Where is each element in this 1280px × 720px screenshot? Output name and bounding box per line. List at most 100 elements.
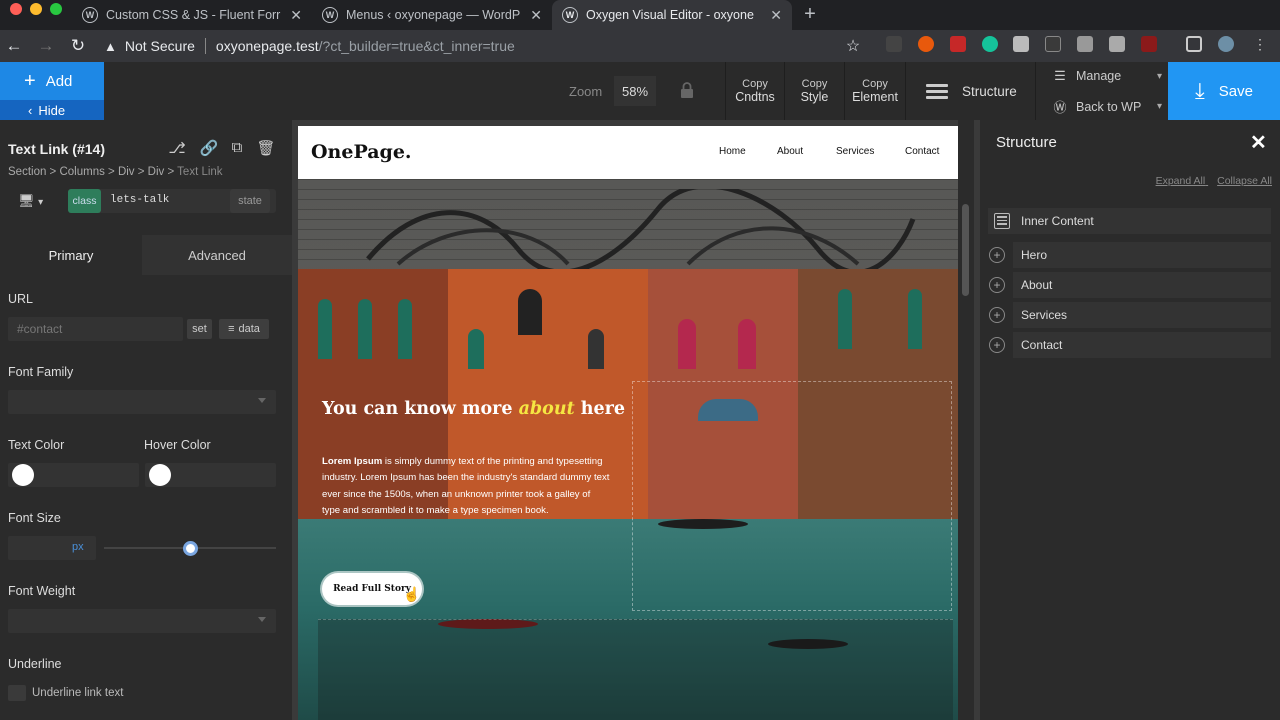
nav-services[interactable]: Services — [836, 146, 874, 157]
tab-primary[interactable]: Primary — [0, 235, 142, 275]
scroll-thumb[interactable] — [962, 204, 969, 296]
text-color-swatch[interactable] — [12, 464, 34, 486]
collapse-all-link[interactable]: Collapse All — [1217, 175, 1272, 187]
maximize-window-icon[interactable] — [50, 3, 62, 15]
forward-icon[interactable]: → — [34, 34, 58, 58]
unit-selector[interactable]: px — [72, 541, 84, 553]
camera-icon[interactable] — [1077, 36, 1093, 52]
zoom-label: Zoom — [569, 84, 603, 99]
expand-all-link[interactable]: Expand All — [1156, 175, 1206, 187]
hero-title[interactable]: You can know more about here — [322, 399, 625, 419]
font-weight-select[interactable] — [8, 609, 276, 633]
extension-icon[interactable] — [1045, 36, 1061, 52]
bookmark-star-icon[interactable]: ☆ — [841, 34, 865, 58]
chevron-down-icon — [258, 617, 266, 622]
zoom-value[interactable]: 58% — [614, 76, 656, 106]
download-icon: ⤓ — [1195, 78, 1205, 103]
chevron-down-icon: ▾ — [38, 197, 44, 208]
font-family-select[interactable] — [8, 390, 276, 414]
structure-button[interactable]: Structure — [905, 62, 1035, 120]
site-header[interactable]: OnePage. Home About Services Contact — [298, 126, 958, 179]
underline-checkbox-label[interactable]: Underline link text — [32, 687, 123, 699]
extension-icon[interactable] — [1109, 36, 1125, 52]
back-icon[interactable]: ← — [2, 34, 26, 58]
set-button[interactable]: set — [187, 319, 212, 339]
minimize-window-icon[interactable] — [30, 3, 42, 15]
hover-color-swatch[interactable] — [149, 464, 171, 486]
extension-icon[interactable] — [1141, 36, 1157, 52]
text-color-label: Text Color — [8, 438, 65, 452]
expand-plus-icon[interactable]: + — [989, 247, 1005, 263]
class-badge[interactable]: class — [68, 189, 101, 213]
browser-tab-1[interactable]: W Custom CSS & JS - Fluent Forr ✕ — [72, 0, 312, 30]
trash-icon[interactable]: 🗑 — [256, 139, 276, 159]
extension-icon[interactable] — [918, 36, 934, 52]
expand-plus-icon[interactable]: + — [989, 277, 1005, 293]
grammarly-icon[interactable] — [982, 36, 998, 52]
wordpress-icon: W — [82, 7, 98, 23]
tab-title: Oxygen Visual Editor - oxyone — [586, 8, 754, 22]
copy-style-button[interactable]: Copy Style — [784, 62, 844, 120]
copy-element-button[interactable]: Copy Element — [844, 62, 905, 120]
browser-tab-2[interactable]: W Menus ‹ oxyonepage — WordP ✕ — [312, 0, 552, 30]
tree-item-about[interactable]: + About — [988, 272, 1272, 298]
tab-advanced[interactable]: Advanced — [142, 235, 292, 275]
link-icon[interactable]: 🔗 — [199, 139, 219, 159]
url-label: URL — [8, 292, 34, 306]
copy-conditions-button[interactable]: Copy Cndtns — [725, 62, 784, 120]
cast-icon[interactable] — [1186, 36, 1202, 52]
hero-description[interactable]: Lorem Ipsum is simply dummy text of the … — [322, 454, 610, 520]
close-tab-icon[interactable]: ✕ — [530, 7, 542, 24]
add-button[interactable]: + Add — [0, 62, 104, 100]
extension-icon[interactable] — [1013, 36, 1029, 52]
tree-item-contact[interactable]: + Contact — [988, 332, 1272, 358]
nav-contact[interactable]: Contact — [905, 146, 939, 157]
manage-button[interactable]: ☰ Manage ▾ — [1052, 68, 1162, 84]
close-window-icon[interactable] — [10, 3, 22, 15]
tree-item-hero[interactable]: + Hero — [988, 242, 1272, 268]
back-to-wp-button[interactable]: Ⓦ Back to WP ▾ — [1052, 97, 1162, 116]
class-selector[interactable]: class lets-talk state — [68, 189, 276, 213]
hero-section[interactable]: You can know more about here Lorem Ipsum… — [298, 179, 958, 720]
font-size-label: Font Size — [8, 511, 61, 525]
device-selector[interactable]: 🖥 ▾ — [18, 193, 43, 209]
nav-about[interactable]: About — [777, 146, 803, 157]
expand-plus-icon[interactable]: + — [989, 307, 1005, 323]
extension-icon[interactable] — [886, 36, 902, 52]
structure-tree-icon[interactable]: ⎇ — [167, 139, 187, 159]
duplicate-icon[interactable]: ⧉ — [227, 139, 247, 159]
underline-checkbox[interactable] — [8, 685, 26, 701]
close-tab-icon[interactable]: ✕ — [770, 7, 782, 24]
url-input[interactable]: ▲ Not Secure oxyonepage.test /?ct_builde… — [104, 33, 874, 59]
save-button[interactable]: ⤓ Save — [1168, 62, 1280, 120]
menu-dots-icon[interactable]: ⋮ — [1252, 36, 1268, 52]
dynamic-data-button[interactable]: ≡ data — [219, 319, 269, 339]
close-icon[interactable]: ✕ — [1250, 130, 1267, 155]
builder-toolbar: + Add ‹ Hide Zoom 58% Copy Cndtns Copy S… — [0, 62, 1280, 120]
state-button[interactable]: state — [230, 189, 270, 213]
url-path: /?ct_builder=true&ct_inner=true — [318, 38, 515, 54]
canvas-scrollbar[interactable] — [958, 120, 974, 720]
site-logo[interactable]: OnePage. — [311, 141, 412, 163]
nav-home[interactable]: Home — [719, 146, 746, 157]
expand-plus-icon[interactable]: + — [989, 337, 1005, 353]
manage-menu: ☰ Manage ▾ Ⓦ Back to WP ▾ — [1035, 62, 1168, 120]
new-tab-icon[interactable]: + — [800, 3, 820, 26]
extension-icon[interactable] — [950, 36, 966, 52]
lock-icon[interactable] — [680, 82, 694, 98]
data-icon: ≡ — [228, 323, 235, 335]
tree-root-inner-content[interactable]: Inner Content — [988, 208, 1271, 234]
breadcrumb: Section > Columns > Div > Div > Text Lin… — [8, 166, 223, 178]
avatar[interactable] — [1218, 36, 1234, 52]
reload-icon[interactable]: ↻ — [66, 34, 90, 58]
structure-panel: Structure ✕ Expand All Collapse All Inne… — [980, 120, 1280, 720]
browser-tab-3[interactable]: W Oxygen Visual Editor - oxyone ✕ — [552, 0, 792, 30]
tree-item-services[interactable]: + Services — [988, 302, 1272, 328]
url-field[interactable]: #contact — [8, 317, 183, 341]
wordpress-icon: W — [322, 7, 338, 23]
hide-button[interactable]: ‹ Hide — [0, 100, 104, 120]
close-tab-icon[interactable]: ✕ — [290, 7, 302, 24]
pointer-cursor-icon: ☝ — [403, 586, 421, 602]
graffiti-image — [366, 189, 916, 269]
slider-handle[interactable] — [183, 541, 198, 556]
